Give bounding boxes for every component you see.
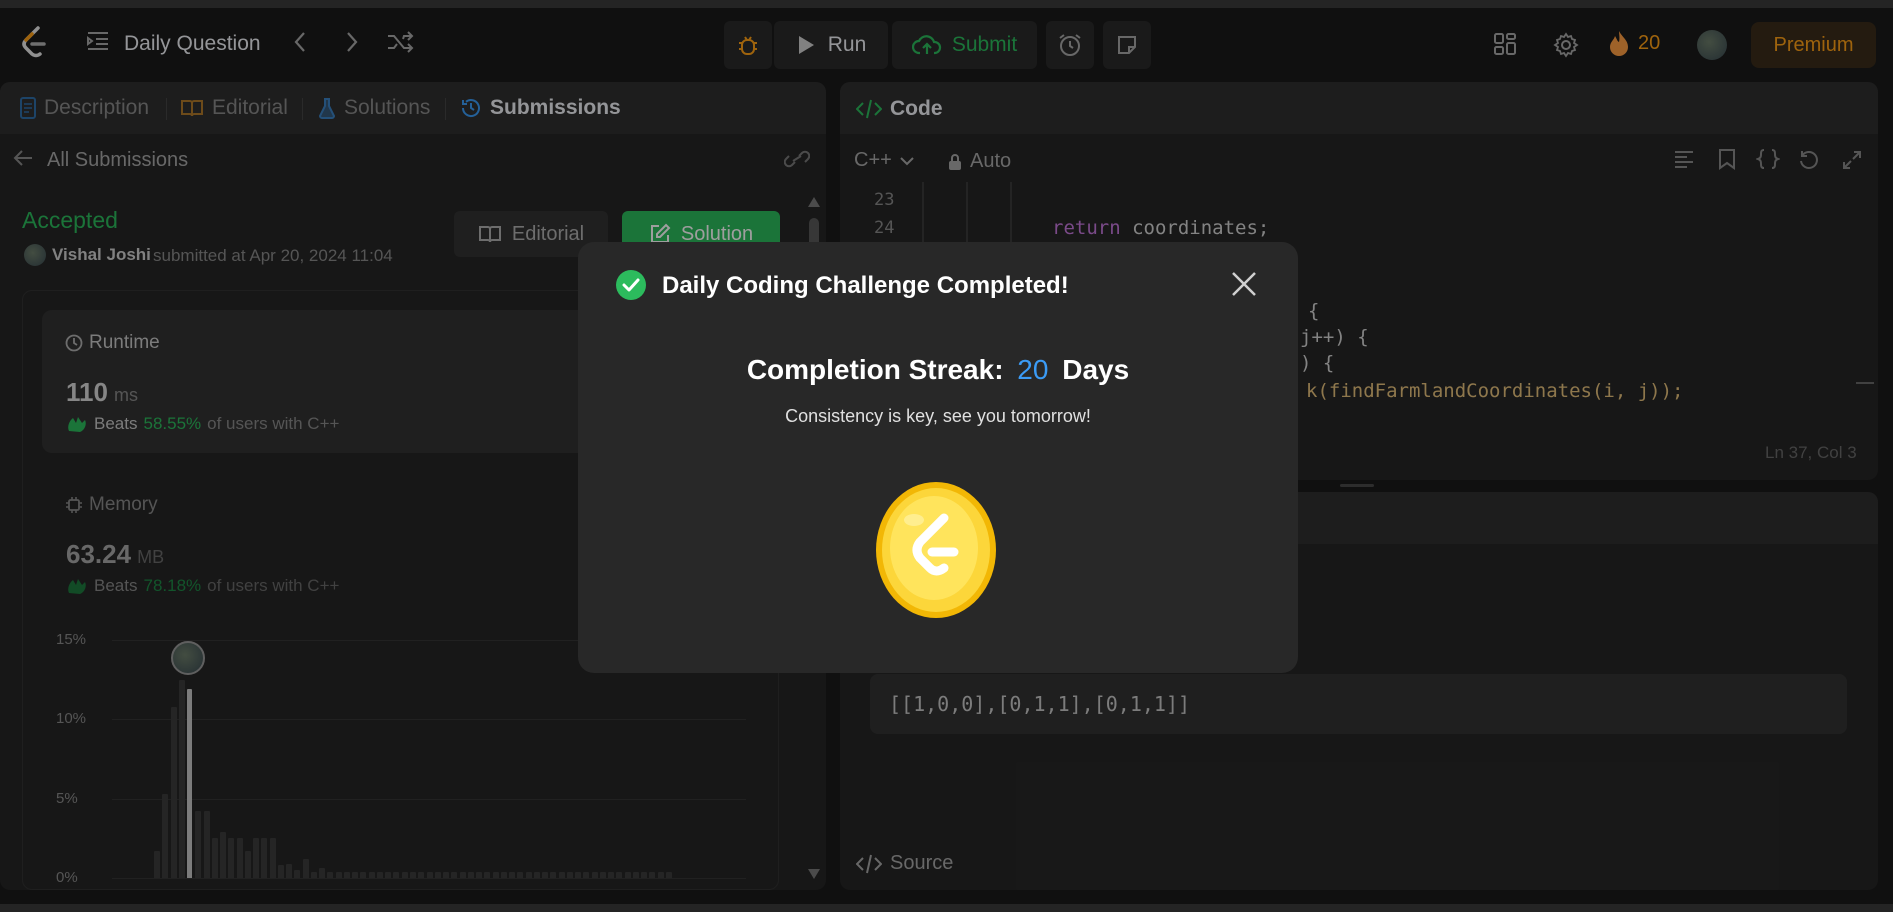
streak-line: Completion Streak: 20 Days: [746, 354, 1130, 385]
check-circle-icon: [616, 270, 646, 305]
close-icon[interactable]: [1230, 270, 1258, 303]
gold-coin-icon: [874, 480, 998, 625]
modal-message: Consistency is key, see you tomorrow!: [785, 406, 1091, 426]
challenge-completed-modal: Daily Coding Challenge Completed! Comple…: [578, 242, 1298, 673]
modal-title: Daily Coding Challenge Completed!: [662, 272, 1069, 299]
